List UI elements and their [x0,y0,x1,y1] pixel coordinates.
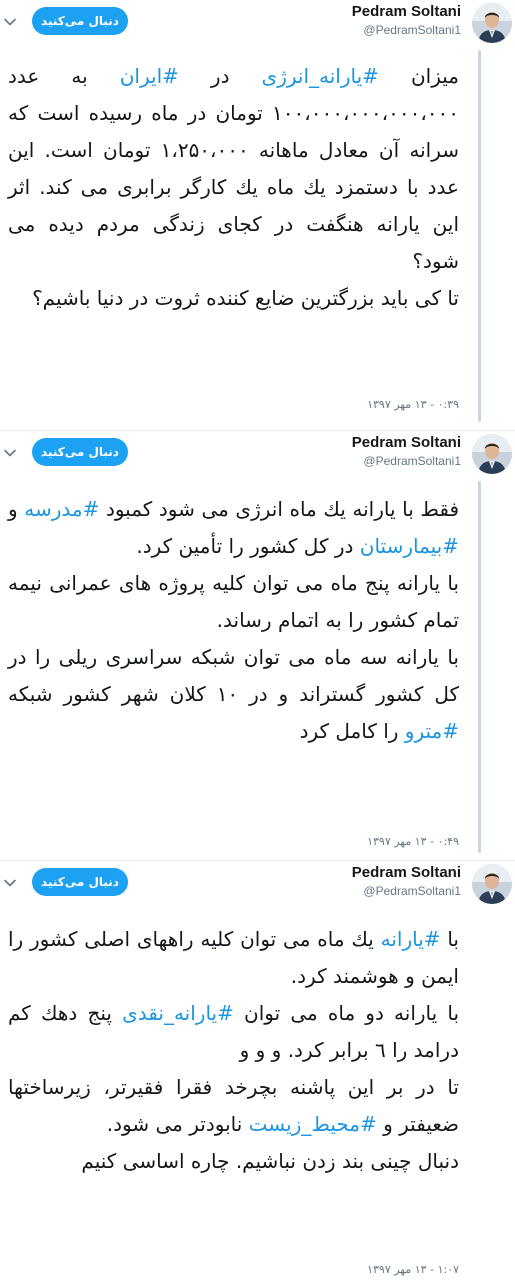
hashtag-link[interactable]: #مدرسه [24,497,99,521]
tweet-text-segment: دنبال چینی بند زدن نباشیم. چاره اساسی کن… [81,1149,459,1173]
tweet-text-segment: با [440,927,459,951]
tweet-text-segment: به عدد ۱۰۰،۰۰۰،۰۰۰،۰۰۰،۰۰۰ تومان در ماه … [8,64,459,273]
tweet-text-segment: با یارانه دو ماه می توان [233,1001,460,1025]
tweet-paragraph: تا در بر این پاشنه بچرخد فقرا فقیرتر، زی… [8,1069,459,1143]
chevron-down-icon[interactable] [3,445,17,459]
chevron-down-icon[interactable] [3,875,17,889]
tweet-text-segment: با یارانه سه ماه می توان شبکه سراسری ریل… [8,645,459,706]
author-handle[interactable]: @PedramSoltani1 [363,884,461,898]
avatar[interactable] [472,864,512,904]
hashtag-link[interactable]: #مترو [405,719,459,743]
tweet-paragraph: دنبال چینی بند زدن نباشیم. چاره اساسی کن… [8,1143,459,1180]
tweet-text-segment: میزان [378,64,460,88]
tweet-paragraph: با یارانه سه ماه می توان شبکه سراسری ریل… [8,639,459,750]
thread-connector-line [478,50,481,422]
hashtag-link[interactable]: #یارانه_نقدی [122,1001,234,1025]
hashtag-link[interactable]: #محیط_زیست [249,1112,377,1136]
hashtag-link[interactable]: #یارانه [381,927,441,951]
tweet: Pedram Soltani @PedramSoltani1 دنبال می‌کن… [0,430,515,860]
tweet-text-segment: تا کی باید بزرگترین ضایع کننده ثروت در د… [32,286,459,310]
hashtag-link[interactable]: #یارانه_انرژی [262,64,379,88]
tweet-text-segment: با یارانه پنج ماه می توان کلیه پروژه های… [8,571,459,632]
tweet-text-segment: فقط با یارانه یك ماه انرژی می شود کمبود [99,497,460,521]
tweet-paragraph: با یارانه پنج ماه می توان کلیه پروژه های… [8,565,459,639]
following-button[interactable]: دنبال می‌کنید [32,7,128,35]
author-name[interactable]: Pedram Soltani [352,3,461,20]
hashtag-link[interactable]: #ایران [120,64,179,88]
author-handle[interactable]: @PedramSoltani1 [363,454,461,468]
tweet-text-segment: در [178,64,262,88]
avatar[interactable] [472,3,512,43]
tweet: Pedram Soltani @PedramSoltani1 دنبال می‌کن… [0,860,515,1280]
timestamp[interactable]: ۱:۰۷ - ۱۳ مهر ۱۳۹۷ [367,1263,459,1276]
tweet-text-segment: را کامل کرد [299,719,405,743]
chevron-down-icon[interactable] [3,14,17,28]
tweet: Pedram Soltani @PedramSoltani1 دنبال می‌کن… [0,0,515,430]
tweet-text-segment: نابودتر می شود. [106,1112,249,1136]
tweet-text: میزان #یارانه_انرژی در #ایران به عدد ۱۰۰… [8,58,459,317]
author-name[interactable]: Pedram Soltani [352,434,461,451]
hashtag-link[interactable]: #بیمارستان [360,534,459,558]
thread-connector-line [478,481,481,853]
tweet-paragraph: تا کی باید بزرگترین ضایع کننده ثروت در د… [8,280,459,317]
avatar[interactable] [472,434,512,474]
tweet-paragraph: فقط با یارانه یك ماه انرژی می شود کمبود … [8,491,459,565]
tweet-text-segment: در کل کشور را تأمین کرد. [136,534,360,558]
following-button[interactable]: دنبال می‌کنید [32,438,128,466]
author-name[interactable]: Pedram Soltani [352,864,461,881]
tweet-paragraph: با #یارانه یك ماه می توان کلیه راههای اص… [8,921,459,995]
timestamp[interactable]: ۰:۴۹ - ۱۳ مهر ۱۳۹۷ [367,835,459,848]
author-handle[interactable]: @PedramSoltani1 [363,23,461,37]
timestamp[interactable]: ۰:۳۹ - ۱۳ مهر ۱۳۹۷ [367,398,459,411]
tweet-paragraph: با یارانه دو ماه می توان #یارانه_نقدی پن… [8,995,459,1069]
tweet-text: فقط با یارانه یك ماه انرژی می شود کمبود … [8,491,459,750]
tweet-text: با #یارانه یك ماه می توان کلیه راههای اص… [8,921,459,1180]
following-button[interactable]: دنبال می‌کنید [32,868,128,896]
tweet-paragraph: میزان #یارانه_انرژی در #ایران به عدد ۱۰۰… [8,58,459,280]
tweet-text-segment: و [8,497,25,521]
